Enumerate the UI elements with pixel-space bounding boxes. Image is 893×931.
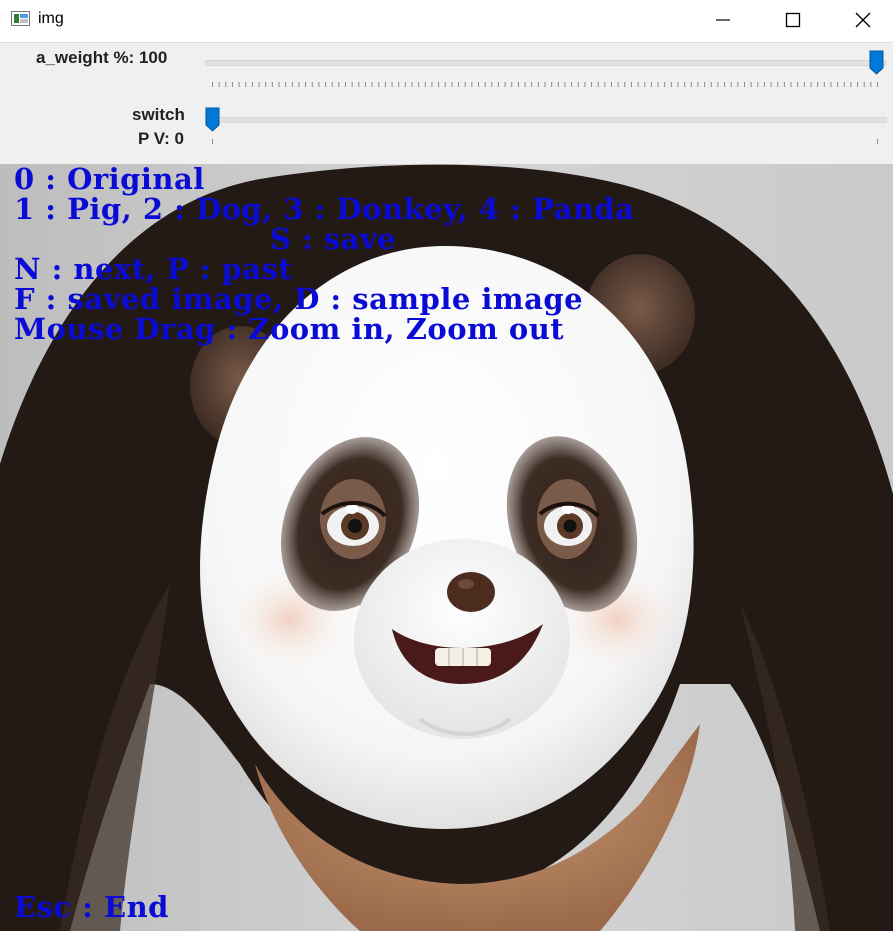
a-weight-slider-thumb[interactable] — [869, 50, 884, 75]
overlay-line-zoom: Mouse Drag : Zoom in, Zoom out — [14, 312, 565, 346]
minimize-button[interactable] — [688, 0, 758, 40]
overlay-line-original: 0 : Original — [14, 164, 205, 196]
close-button[interactable] — [828, 0, 893, 40]
overlay-line-save: S : save — [270, 222, 397, 256]
image-canvas[interactable]: 0 : Original 1 : Pig, 2 : Dog, 3 : Donke… — [0, 164, 893, 931]
switch-slider-track[interactable] — [205, 117, 887, 123]
maximize-icon — [785, 12, 801, 28]
overlay-line-filters: 1 : Pig, 2 : Dog, 3 : Donkey, 4 : Panda — [14, 192, 635, 226]
window-title: img — [38, 10, 64, 27]
switch-label: switch — [132, 105, 185, 124]
maximize-button[interactable] — [758, 0, 828, 40]
pv-value-label: P V: 0 — [138, 129, 184, 148]
a-weight-slider-track[interactable] — [205, 60, 887, 66]
app-icon — [11, 11, 30, 26]
overlay-line-images: F : saved image, D : sample image — [14, 282, 584, 316]
a-weight-slider-ticks — [212, 82, 878, 87]
overlay-line-navigation: N : next, P : past — [14, 252, 293, 286]
trackbar-panel: a_weight %: 100 switch P V: 0 — [0, 43, 893, 164]
title-bar[interactable]: img — [0, 0, 893, 43]
a-weight-label: a_weight %: 100 — [36, 48, 168, 67]
close-icon — [855, 12, 871, 28]
minimize-icon — [716, 19, 730, 21]
switch-slider-thumb[interactable] — [205, 107, 220, 132]
switch-slider-ticks — [212, 139, 878, 144]
overlay-line-esc: Esc : End — [14, 890, 169, 924]
